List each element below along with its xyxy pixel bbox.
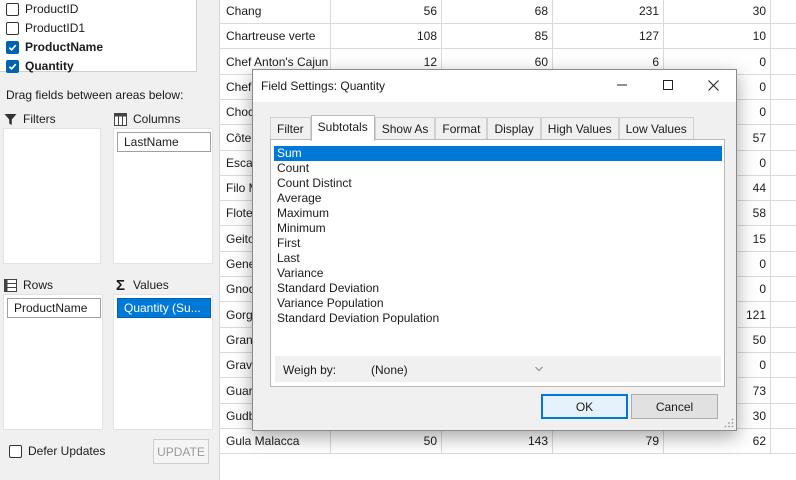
field-settings-dialog: Field Settings: Quantity Filter Subtotal… [252,69,737,431]
columns-label: Columns [133,112,181,126]
columns-area[interactable]: LastName [113,128,213,264]
dialog-titlebar[interactable]: Field Settings: Quantity [253,70,736,102]
values-field-quantity[interactable]: Quantity (Su... [117,298,211,318]
value-cell[interactable]: 108 [331,23,442,50]
check-icon [8,63,17,70]
columns-field-lastname[interactable]: LastName [117,132,211,152]
value-cell[interactable]: 62 [664,428,771,455]
checkbox-quantity[interactable] [6,59,19,73]
defer-updates-label: Defer Updates [28,444,106,458]
value-cell[interactable]: 79 [553,428,664,455]
row-header-cell[interactable]: Gula Malacca [220,428,331,455]
function-item-standard-deviation[interactable]: Standard Deviation [274,281,722,296]
check-icon [8,44,17,51]
tab-subtotals[interactable]: Subtotals [310,115,375,141]
function-item-variance-population[interactable]: Variance Population [274,296,722,311]
dialog-title: Field Settings: Quantity [261,79,386,93]
row-header-cell[interactable]: Chartreuse verte [220,23,331,50]
table-row: Chartreuse verte 108 85 127 10 [220,23,796,50]
field-list-panel: ProductID ProductID1 ProductName Quantit… [0,0,219,480]
function-item-last[interactable]: Last [274,251,722,266]
close-icon [707,79,719,91]
maximize-icon [663,80,673,90]
weigh-by-label: Weigh by: [283,363,337,377]
weigh-by-row: Weigh by: (None) [275,356,721,382]
function-item-maximum[interactable]: Maximum [274,206,722,221]
value-cell[interactable]: 143 [442,428,553,455]
function-item-average[interactable]: Average [274,191,722,206]
maximize-button[interactable] [645,70,691,100]
row-header-cell[interactable]: Chang [220,0,331,24]
resize-grip-icon[interactable] [724,418,734,428]
defer-updates-checkbox[interactable] [9,444,22,458]
cancel-button[interactable]: Cancel [631,394,718,419]
field-item-productname[interactable]: ProductName [6,38,103,56]
table-row: Chang 56 68 231 30 [220,0,796,24]
rows-area[interactable]: ProductName [3,294,103,430]
field-label: Quantity [25,59,74,73]
minimize-button[interactable] [599,70,645,100]
field-list: ProductID ProductID1 ProductName Quantit… [0,0,197,75]
weigh-by-dropdown[interactable]: (None) [365,359,548,379]
function-item-count[interactable]: Count [274,161,722,176]
aggregate-function-list[interactable]: Sum Count Count Distinct Average Maximum… [274,146,722,356]
checkbox-productname[interactable] [6,40,19,54]
weigh-by-value: (None) [371,363,408,377]
value-cell[interactable]: 30 [664,0,771,24]
value-cell[interactable]: 10 [664,23,771,50]
close-button[interactable] [690,70,736,100]
filters-header: Filters [4,112,56,126]
tab-show-as[interactable]: Show As [374,117,436,140]
tab-filter[interactable]: Filter [270,117,311,140]
rows-icon [4,278,17,292]
values-area[interactable]: Quantity (Su... [113,294,213,430]
columns-header: Columns [114,112,180,126]
filters-label: Filters [23,112,56,126]
subtotals-panel: Sum Count Count Distinct Average Maximum… [270,139,725,387]
field-label: ProductID [25,2,79,16]
function-item-minimum[interactable]: Minimum [274,221,722,236]
value-cell[interactable]: 127 [553,23,664,50]
rows-field-productname[interactable]: ProductName [7,298,101,318]
filter-icon [4,113,17,126]
tab-display[interactable]: Display [487,117,541,140]
rows-label: Rows [23,278,54,292]
values-label: Values [133,278,169,292]
sigma-icon: Σ [115,276,125,294]
checkbox-productid[interactable] [6,2,19,16]
function-item-count-distinct[interactable]: Count Distinct [274,176,722,191]
tab-low-values[interactable]: Low Values [618,117,694,140]
tab-high-values[interactable]: High Values [540,117,619,140]
tab-strip: Filter Subtotals Show As Format Display … [270,115,694,141]
function-item-variance[interactable]: Variance [274,266,722,281]
values-header: Σ Values [114,276,169,294]
value-cell[interactable]: 85 [442,23,553,50]
field-item-quantity[interactable]: Quantity [6,57,74,75]
defer-updates[interactable]: Defer Updates [9,444,105,458]
columns-icon [114,112,127,126]
rows-header: Rows [4,278,53,292]
field-item-productid1[interactable]: ProductID1 [6,19,85,37]
tab-format[interactable]: Format [435,117,488,140]
function-item-sum[interactable]: Sum [274,146,722,161]
ok-button[interactable]: OK [541,394,628,419]
table-row: Gula Malacca 50 143 79 62 [220,428,796,455]
field-item-productid[interactable]: ProductID [6,0,78,18]
field-label: ProductName [25,40,104,54]
field-label: ProductID1 [25,21,86,35]
value-cell[interactable]: 56 [331,0,442,24]
update-button[interactable]: UPDATE [153,439,209,464]
value-cell[interactable]: 68 [442,0,553,24]
drag-hint: Drag fields between areas below: [6,88,184,102]
checkbox-productid1[interactable] [6,21,19,35]
function-item-first[interactable]: First [274,236,722,251]
value-cell[interactable]: 50 [331,428,442,455]
value-cell[interactable]: 231 [553,0,664,24]
chevron-down-icon [532,362,546,376]
minimize-icon [617,84,627,86]
filters-area[interactable] [3,128,101,264]
function-item-std-dev-population[interactable]: Standard Deviation Population [274,311,722,326]
